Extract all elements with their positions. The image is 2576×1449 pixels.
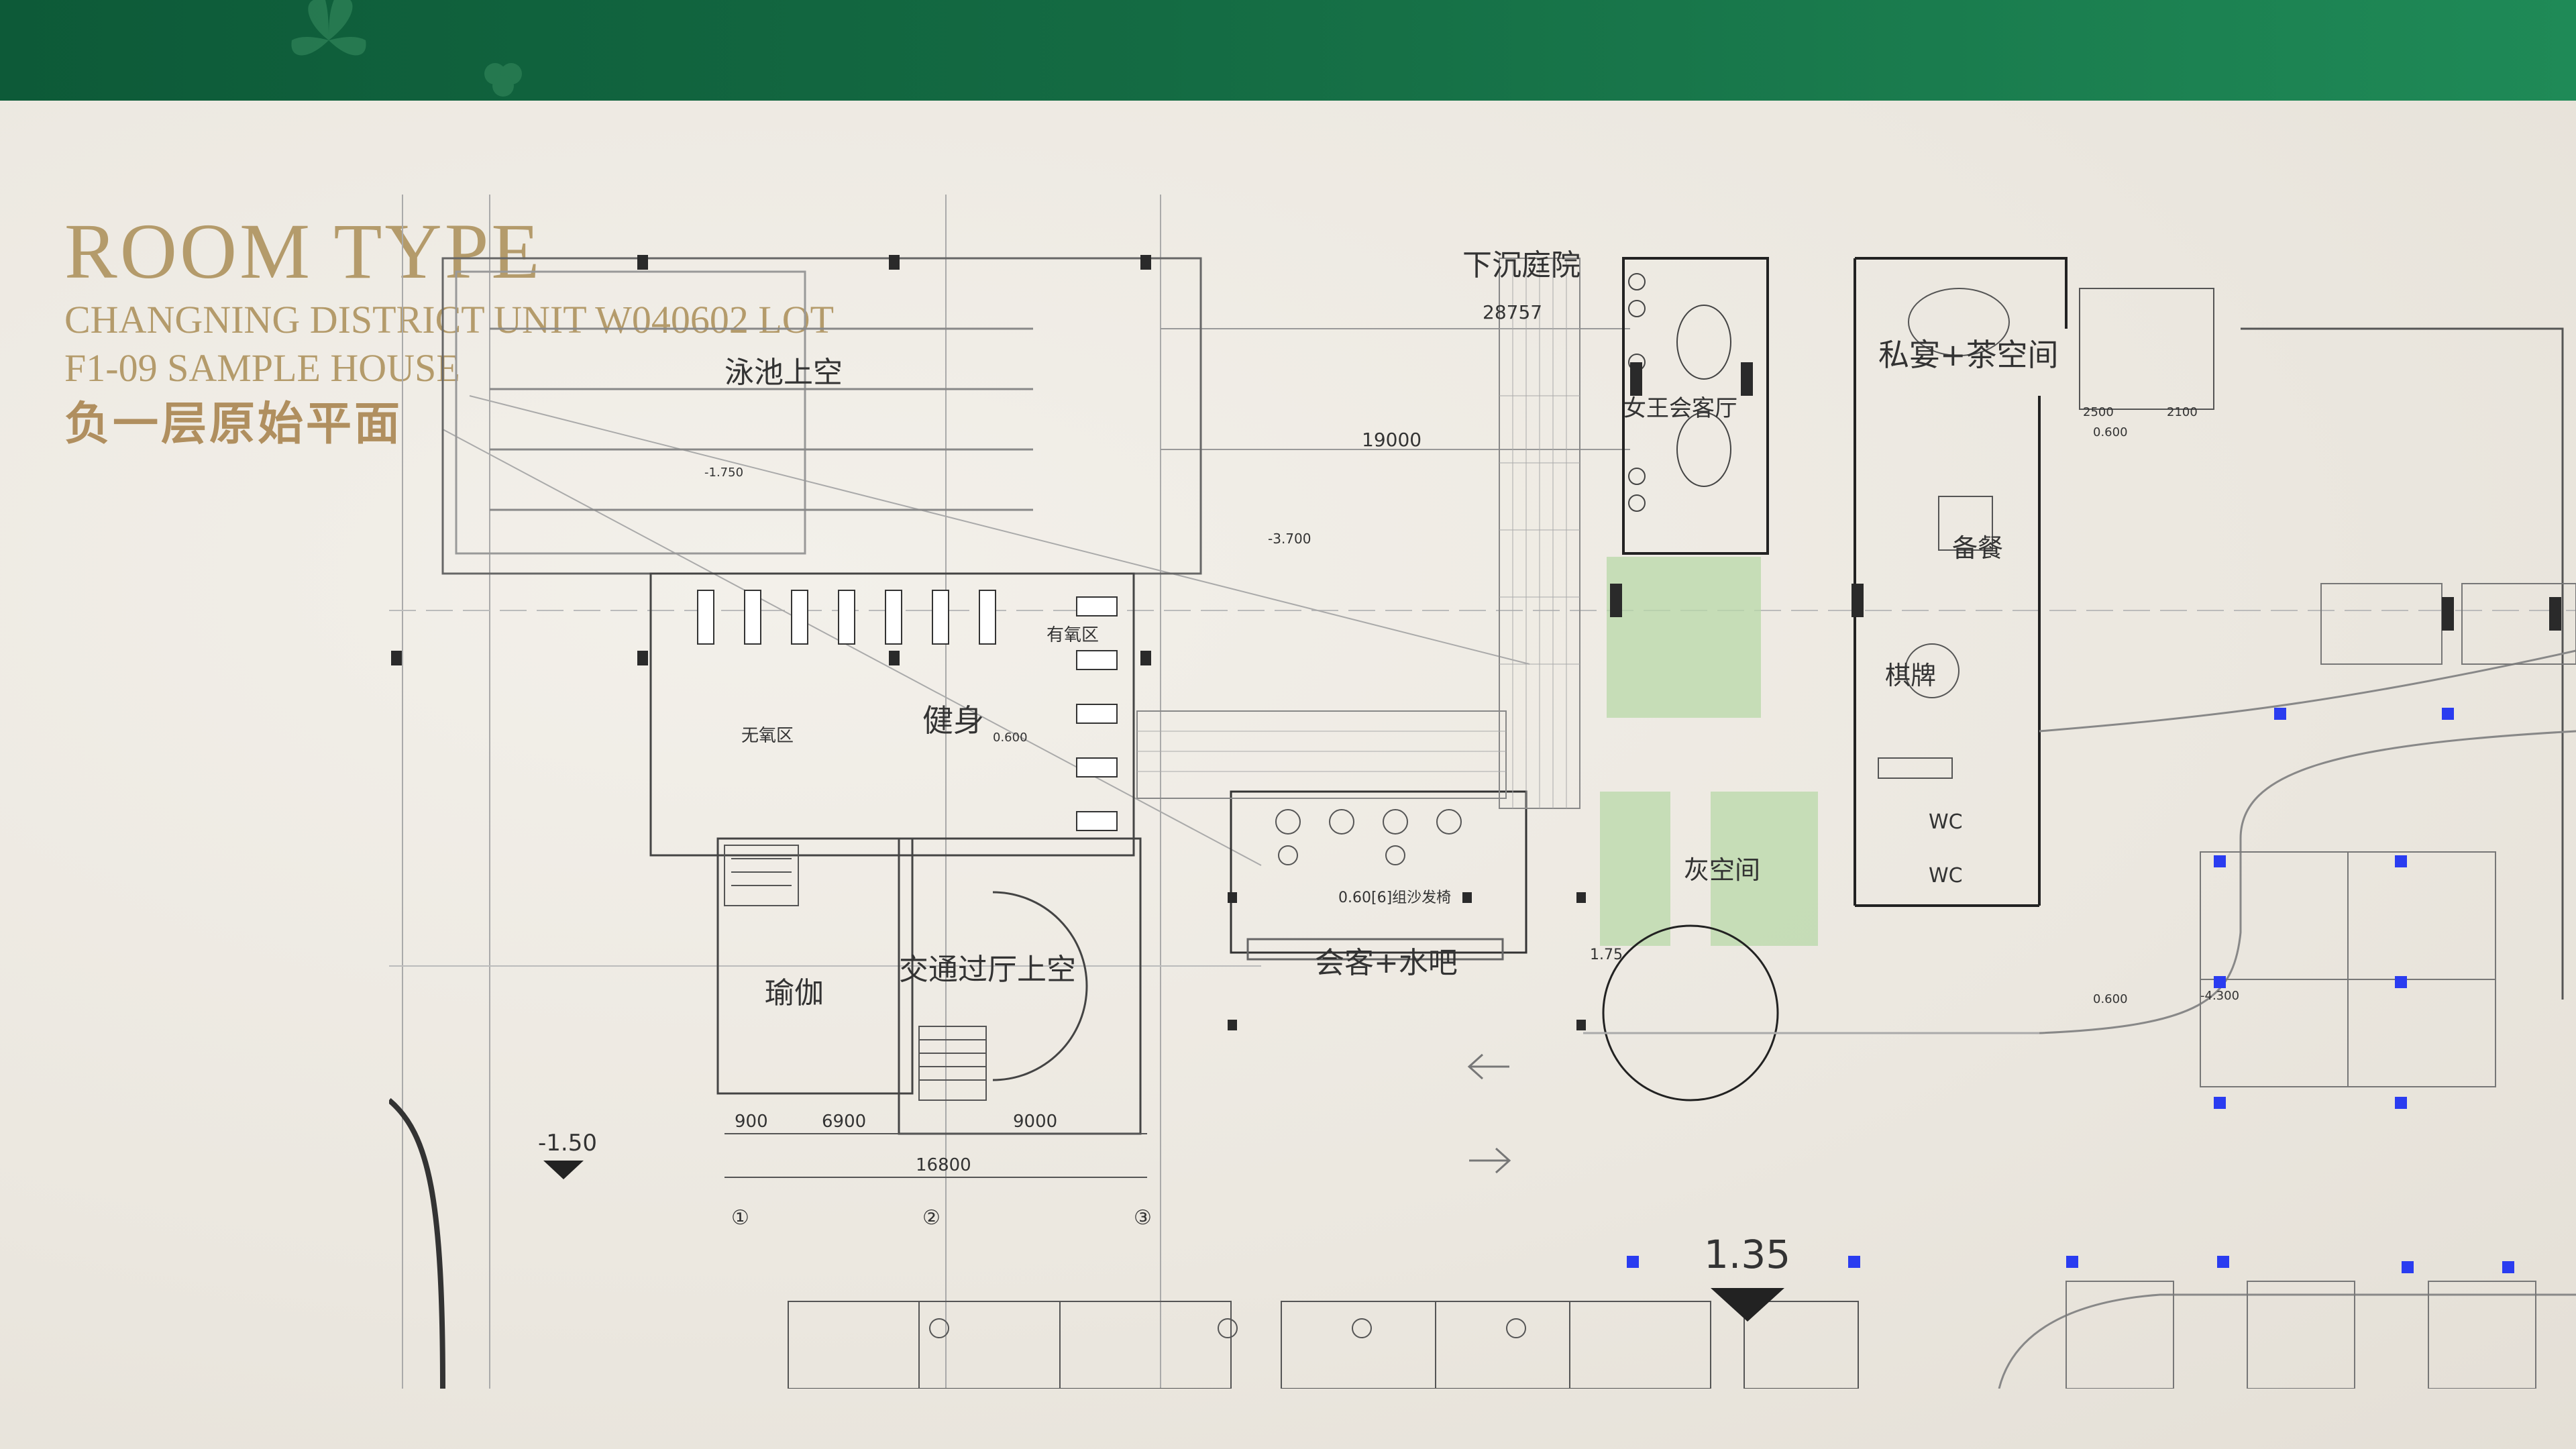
bottom-service-rooms <box>788 1301 1859 1389</box>
label-sofa: 0.60[6]组沙发椅 <box>1338 890 1451 906</box>
dim-9000: 9000 <box>1013 1112 1057 1132</box>
grid-mark-2: ② <box>922 1206 941 1230</box>
grey-space-circle <box>1602 924 1779 1102</box>
level-minus-4-300: -4.300 <box>2200 989 2239 1003</box>
tile-corridor <box>1136 258 1580 809</box>
slide: { "header": { "title": "ROOM TYPE", "sub… <box>0 0 2576 1449</box>
dim-16800: 16800 <box>916 1155 971 1175</box>
dim-2100: 2100 <box>2167 405 2198 419</box>
floor-plan: 泳池上空 下沉庭院 私宴+茶空间 女王会客厅 健身 有氧区 无氧区 瑜伽 交通过… <box>389 195 2576 1389</box>
grid-mark-3: ③ <box>1134 1206 1152 1230</box>
dim-19000: 19000 <box>1362 429 1421 451</box>
level-minus-1-750: -1.750 <box>704 466 743 480</box>
label-yoga: 瑜伽 <box>765 976 824 1010</box>
small-clover-icon <box>484 63 522 97</box>
lounge-outline <box>1230 790 1527 961</box>
level-0-600-c: 0.600 <box>2093 992 2128 1006</box>
dim-2500: 2500 <box>2083 405 2114 419</box>
label-hall-void: 交通过厅上空 <box>899 953 1076 987</box>
label-aerobic: 有氧区 <box>1046 625 1099 645</box>
dim-28757: 28757 <box>1483 301 1542 323</box>
label-lounge-bar: 会客+水吧 <box>1315 946 1458 980</box>
level-1-75: 1.75 <box>1590 947 1623 963</box>
label-fitness: 健身 <box>922 702 984 739</box>
label-private-tea: 私宴+茶空间 <box>1878 337 2059 373</box>
pool-outline <box>441 257 1202 575</box>
level-minus-3-700: -3.700 <box>1268 531 1311 547</box>
level-minus-1-50: -1.50 <box>538 1130 597 1157</box>
direction-arrows <box>1467 1053 1511 1174</box>
label-sunken-courtyard: 下沉庭院 <box>1462 248 1580 282</box>
label-wc-1: WC <box>1929 810 1963 834</box>
lawn-patches <box>1600 557 1818 946</box>
level-0-600-b: 0.600 <box>2093 425 2128 439</box>
dim-6900: 6900 <box>822 1112 866 1132</box>
level-0-600-a: 0.600 <box>993 731 1028 745</box>
dim-900: 900 <box>735 1112 768 1132</box>
label-grey-space: 灰空间 <box>1684 855 1760 885</box>
clover-icon <box>291 0 366 56</box>
level-triangle-icon <box>543 1161 584 1179</box>
label-wc-2: WC <box>1929 864 1963 888</box>
label-pantry: 备餐 <box>1952 533 2003 563</box>
label-reception: 女王会客厅 <box>1623 395 1737 422</box>
structural-columns <box>391 255 2561 1030</box>
label-chess: 棋牌 <box>1885 661 1936 690</box>
label-pool-void: 泳池上空 <box>724 356 843 390</box>
level-triangle-large-icon <box>1711 1288 1784 1322</box>
grid-mark-1: ① <box>731 1206 749 1230</box>
level-1-35: 1.35 <box>1704 1232 1790 1277</box>
label-anaerobic: 无氧区 <box>741 726 794 746</box>
header-banner <box>0 0 2576 101</box>
